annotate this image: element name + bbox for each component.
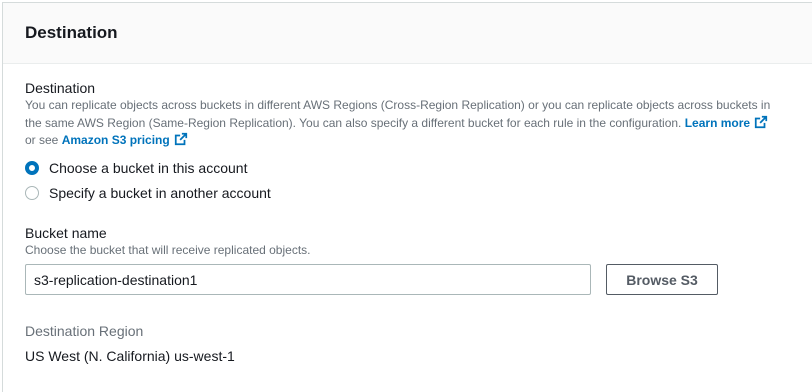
pricing-link-label: Amazon S3 pricing xyxy=(61,133,170,147)
radio-selected-icon[interactable] xyxy=(25,161,39,175)
or-see-text: or see xyxy=(25,133,59,147)
destination-description-line1: You can replicate objects across buckets… xyxy=(25,98,771,112)
destination-description-line2: the same AWS Region (Same-Region Replica… xyxy=(25,115,682,130)
learn-more-label: Learn more xyxy=(684,115,751,130)
panel-header: Destination xyxy=(3,3,812,64)
destination-panel: Destination Destination You can replicat… xyxy=(2,2,812,392)
bucket-name-input[interactable] xyxy=(25,264,591,295)
learn-more-link[interactable]: Learn more xyxy=(684,115,768,130)
external-link-icon xyxy=(754,115,768,128)
destination-description: You can replicate objects across buckets… xyxy=(25,97,795,150)
external-link-icon xyxy=(174,132,187,146)
bucket-name-description: Choose the bucket that will receive repl… xyxy=(25,243,311,257)
panel-title: Destination xyxy=(25,23,118,42)
radio-unselected-icon[interactable] xyxy=(25,186,39,200)
destination-region-value: US West (N. California) us-west-1 xyxy=(25,348,235,364)
radio-option-label: Choose a bucket in this account xyxy=(49,160,248,176)
radio-option-another-account[interactable]: Specify a bucket in another account xyxy=(25,185,271,201)
destination-label: Destination xyxy=(25,80,96,96)
bucket-name-label: Bucket name xyxy=(25,225,107,241)
amazon-s3-pricing-link[interactable]: Amazon S3 pricing xyxy=(61,132,188,147)
destination-region-label: Destination Region xyxy=(25,323,144,339)
radio-option-this-account[interactable]: Choose a bucket in this account xyxy=(25,160,247,176)
browse-s3-button[interactable]: Browse S3 xyxy=(606,264,718,295)
radio-option-label: Specify a bucket in another account xyxy=(49,185,271,201)
